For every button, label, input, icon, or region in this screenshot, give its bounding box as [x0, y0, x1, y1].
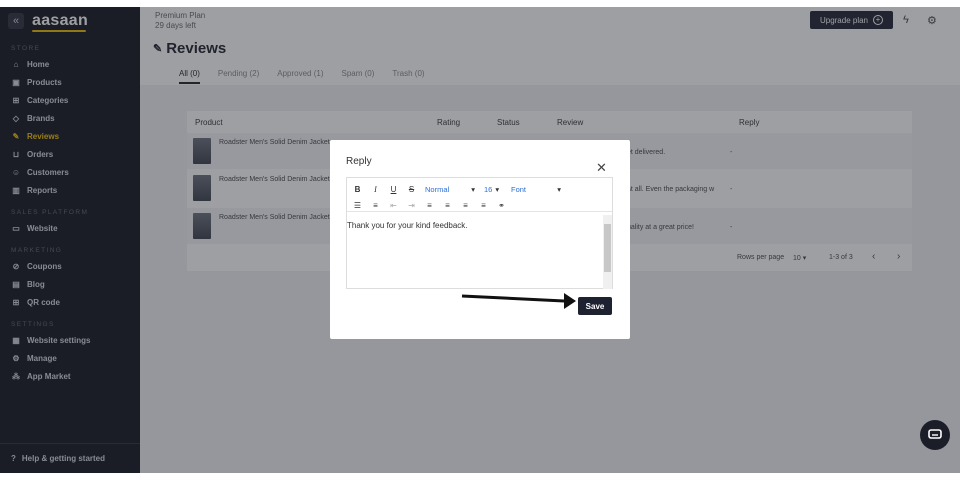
bullet-list-icon[interactable]: ☰	[353, 201, 362, 210]
chevron-down-icon: ▾	[495, 184, 500, 194]
close-icon[interactable]: ✕	[596, 160, 607, 176]
modal-title: Reply	[346, 156, 372, 167]
font-select[interactable]: Font ▾	[511, 185, 561, 194]
format-select[interactable]: Normal ▾	[425, 185, 475, 194]
link-icon[interactable]: ⚭	[497, 201, 506, 210]
align-left-icon[interactable]: ≡	[425, 201, 434, 210]
indent-icon[interactable]: ⇥	[407, 201, 416, 210]
bold-icon[interactable]: B	[353, 185, 362, 194]
chevron-down-icon: ▾	[471, 184, 475, 194]
editor-toolbar: B I U S Normal ▾ 16 ▾ Font ▾ ☰ ≡ ⇤ ⇥ ≡ ≡ ≡ …	[347, 178, 612, 212]
arrow-annotation	[461, 293, 576, 309]
rich-text-editor: B I U S Normal ▾ 16 ▾ Font ▾ ☰ ≡ ⇤ ⇥ ≡ ≡ ≡ …	[346, 177, 613, 289]
font-size-select[interactable]: 16 ▾	[484, 185, 502, 194]
underline-icon[interactable]: U	[389, 185, 398, 194]
editor-scrollbar[interactable]	[603, 215, 612, 289]
save-button[interactable]: Save	[578, 297, 612, 315]
chat-bubble-icon	[928, 429, 942, 439]
outdent-icon[interactable]: ⇤	[389, 201, 398, 210]
numbered-list-icon[interactable]: ≡	[371, 201, 380, 210]
chevron-down-icon: ▾	[557, 184, 561, 194]
scrollbar-thumb[interactable]	[604, 224, 611, 272]
align-center-icon[interactable]: ≡	[443, 201, 452, 210]
strikethrough-icon[interactable]: S	[407, 185, 416, 194]
chat-icon[interactable]	[920, 420, 950, 450]
align-justify-icon[interactable]: ≡	[479, 201, 488, 210]
align-right-icon[interactable]: ≡	[461, 201, 470, 210]
reply-text-area[interactable]: Thank you for your kind feedback.	[347, 212, 612, 230]
italic-icon[interactable]: I	[371, 185, 380, 194]
